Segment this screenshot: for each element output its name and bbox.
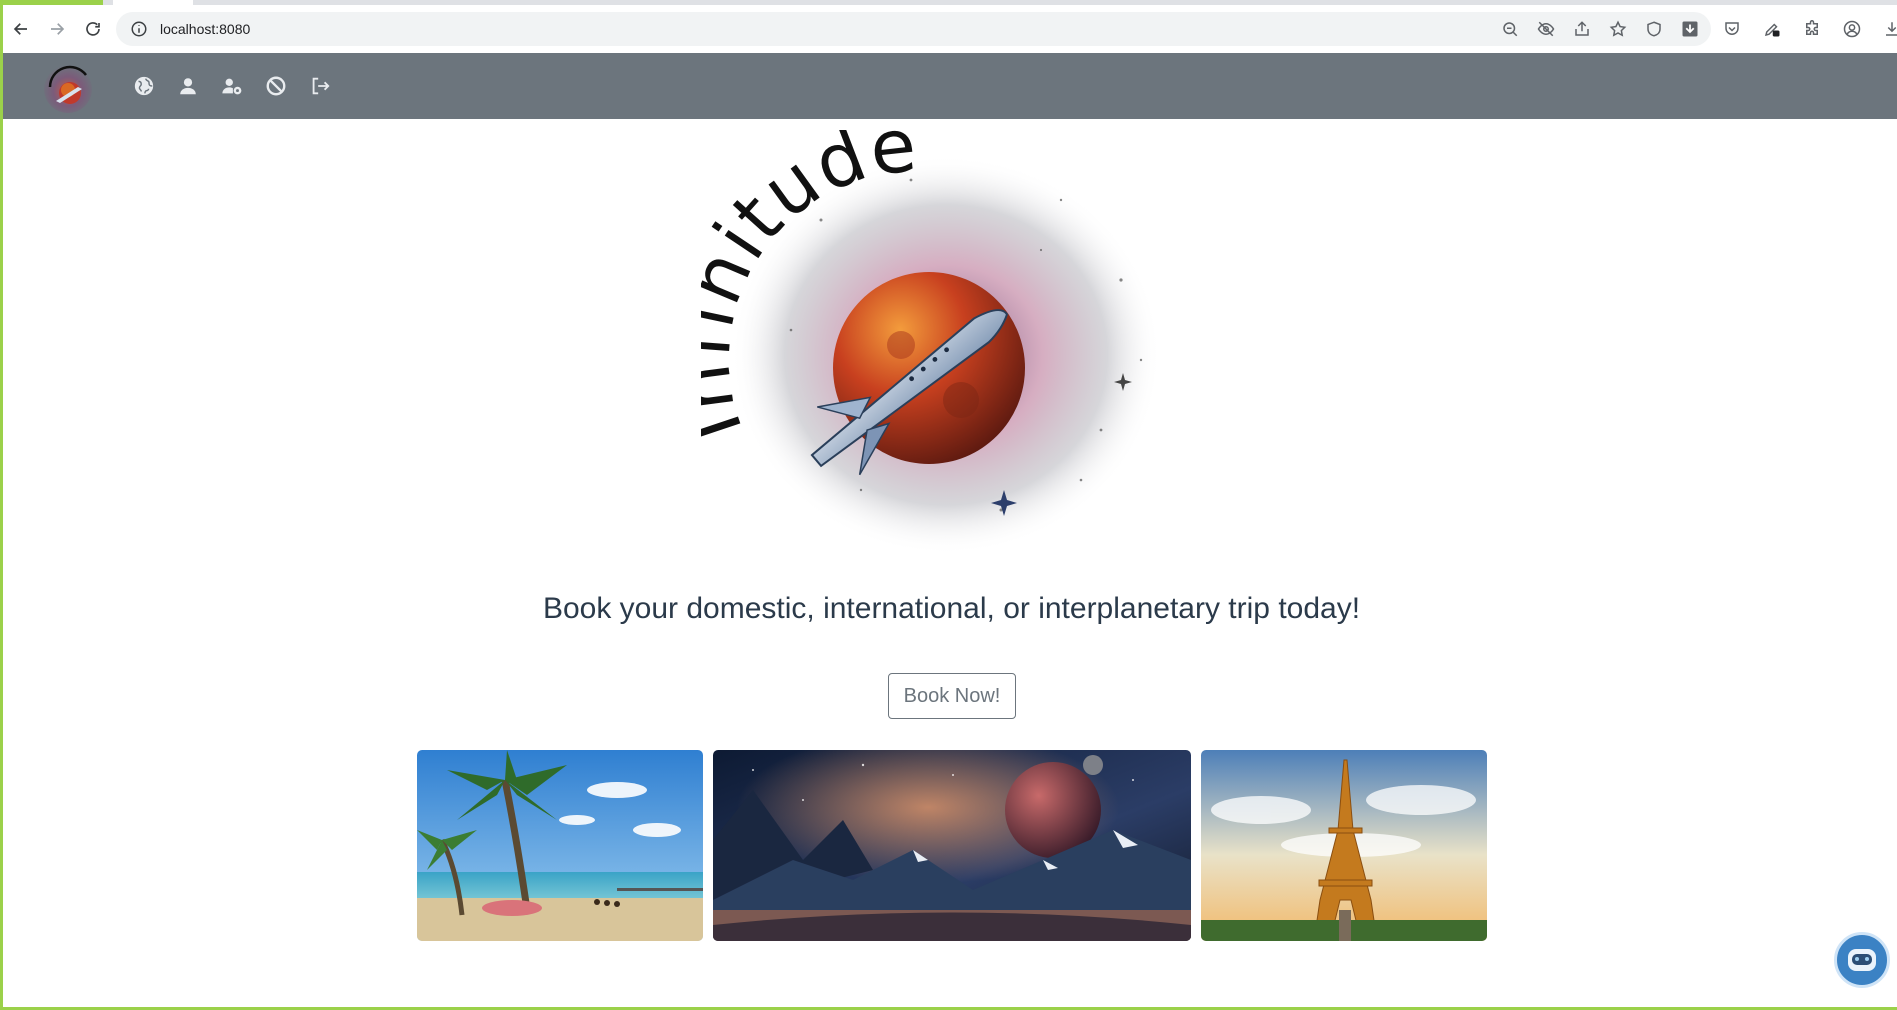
user-cog-icon[interactable] xyxy=(219,74,244,99)
puzzle-icon[interactable] xyxy=(1801,18,1823,40)
extension-actions xyxy=(1721,12,1897,46)
eye-off-icon[interactable] xyxy=(1535,18,1557,40)
forward-icon[interactable] xyxy=(39,11,75,47)
download-arrow-icon[interactable] xyxy=(1679,18,1701,40)
pocket-icon[interactable] xyxy=(1721,18,1743,40)
globe-icon[interactable] xyxy=(131,74,156,99)
zoom-out-icon[interactable] xyxy=(1499,18,1521,40)
star-icon[interactable] xyxy=(1607,18,1629,40)
address-bar[interactable]: localhost:8080 xyxy=(116,12,1711,46)
shield-icon[interactable] xyxy=(1643,18,1665,40)
navbar-icons xyxy=(131,74,332,99)
info-icon[interactable] xyxy=(128,18,150,40)
app-navbar xyxy=(3,53,1897,119)
ban-icon[interactable] xyxy=(263,74,288,99)
logout-icon[interactable] xyxy=(307,74,332,99)
eiffel-tower-image xyxy=(1201,750,1487,941)
back-icon[interactable] xyxy=(3,11,39,47)
url-text[interactable]: localhost:8080 xyxy=(160,21,250,37)
profile-icon[interactable] xyxy=(1841,18,1863,40)
infinitude-hero-logo: Infinitude xyxy=(660,102,1181,562)
chatbot-icon xyxy=(1848,949,1876,971)
beach-palm-image xyxy=(417,750,703,941)
pen-extension-icon[interactable] xyxy=(1761,18,1783,40)
book-now-button[interactable]: Book Now! xyxy=(888,673,1016,719)
chat-widget-button[interactable] xyxy=(1834,932,1890,988)
download-icon[interactable] xyxy=(1881,18,1897,40)
user-icon[interactable] xyxy=(175,74,200,99)
hero-tagline: Book your domestic, international, or in… xyxy=(542,592,1361,625)
reload-icon[interactable] xyxy=(75,11,111,47)
browser-toolbar: localhost:8080 xyxy=(3,5,1897,53)
space-planet-landscape-image xyxy=(713,750,1191,941)
navbar-brand-logo[interactable] xyxy=(35,56,101,116)
page: localhost:8080 itude Book your domestic,… xyxy=(0,0,1897,1010)
omnibox-actions xyxy=(1499,12,1701,46)
share-icon[interactable] xyxy=(1571,18,1593,40)
